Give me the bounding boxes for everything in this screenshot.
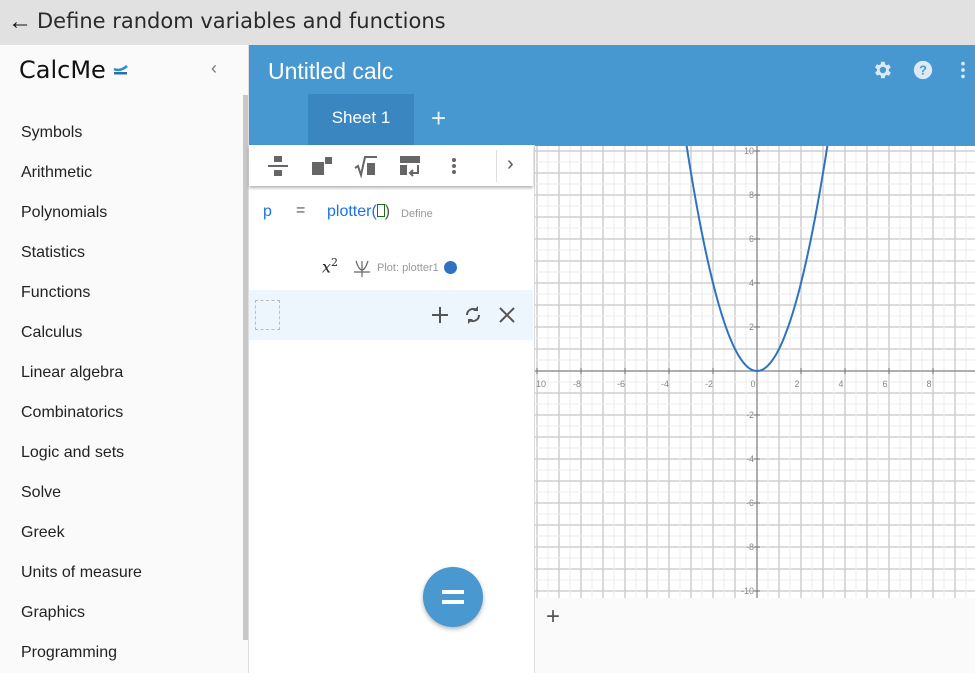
- more-vertical-icon[interactable]: [442, 154, 466, 178]
- more-vertical-icon[interactable]: [952, 59, 974, 81]
- sidebar-item-arithmetic[interactable]: Arithmetic: [21, 164, 92, 182]
- close-paren: ): [384, 203, 391, 220]
- calc-header: Untitled calc ? Sheet 1 +: [249, 45, 975, 145]
- chevron-left-icon[interactable]: ‹: [211, 58, 217, 79]
- y-tick-label: 2: [749, 322, 754, 332]
- y-tick-label: -4: [746, 454, 754, 464]
- tab-sheet-1[interactable]: Sheet 1: [308, 94, 414, 145]
- x-tick-label: 8: [926, 379, 931, 389]
- x-tick-label: -2: [705, 379, 713, 389]
- arrow-left-icon[interactable]: ←: [8, 8, 32, 36]
- editor-panel: › p = plotter() Define x2 Plot: plotter1: [249, 145, 535, 673]
- logo: CalcMe: [19, 56, 106, 84]
- plot-color-dot[interactable]: [444, 261, 457, 274]
- y-tick-label: 4: [749, 278, 754, 288]
- sidebar-item-logic-and-sets[interactable]: Logic and sets: [21, 444, 124, 462]
- superscript-icon[interactable]: [310, 154, 334, 178]
- input-placeholder[interactable]: [255, 300, 280, 330]
- variable-name: p: [263, 203, 272, 220]
- graph-footer: +: [535, 598, 975, 673]
- plot-label[interactable]: Plot: plotter1: [377, 262, 439, 274]
- y-tick-label: 6: [749, 234, 754, 244]
- x-tick-label: 0: [750, 379, 755, 389]
- gear-icon[interactable]: [871, 59, 893, 81]
- sidebar-item-units-of-measure[interactable]: Units of measure: [21, 564, 142, 582]
- sidebar-item-functions[interactable]: Functions: [21, 284, 90, 302]
- sidebar: CalcMe ‹ Symbols Arithmetic Polynomials Sta…: [0, 45, 249, 673]
- sidebar-item-solve[interactable]: Solve: [21, 484, 61, 502]
- result-expression: x2: [322, 256, 339, 277]
- sidebar-item-statistics[interactable]: Statistics: [21, 244, 85, 262]
- y-tick-label: 10: [744, 146, 754, 156]
- evaluate-button[interactable]: [423, 567, 483, 627]
- x-tick-label: 6: [882, 379, 887, 389]
- y-tick-label: 8: [749, 190, 754, 200]
- calc-title[interactable]: Untitled calc: [268, 58, 393, 85]
- sidebar-item-programming[interactable]: Programming: [21, 644, 117, 662]
- add-sheet-button[interactable]: +: [431, 103, 446, 134]
- sidebar-item-calculus[interactable]: Calculus: [21, 324, 82, 342]
- sidebar-item-greek[interactable]: Greek: [21, 524, 65, 542]
- define-hint: Define: [401, 208, 433, 220]
- y-tick-label: -8: [746, 542, 754, 552]
- plus-icon[interactable]: [430, 305, 450, 325]
- graph-area[interactable]: 10 -8 -6 -4 -2 0 2 4 6 8 10 8 6 4 2 -2 -4 -6 -8 -10: [535, 131, 975, 598]
- add-graph-button[interactable]: +: [546, 603, 560, 631]
- fraction-icon[interactable]: [266, 154, 290, 178]
- y-tick-label: -2: [746, 410, 754, 420]
- y-tick-label: -10: [741, 586, 754, 596]
- sidebar-item-combinatorics[interactable]: Combinatorics: [21, 404, 123, 422]
- sidebar-item-polynomials[interactable]: Polynomials: [21, 204, 107, 222]
- sidebar-item-graphics[interactable]: Graphics: [21, 604, 85, 622]
- sidebar-item-symbols[interactable]: Symbols: [21, 124, 82, 142]
- x-tick-label: -4: [661, 379, 669, 389]
- x-tick-label: -8: [573, 379, 581, 389]
- toolbar-divider: [496, 150, 497, 182]
- graph-canvas[interactable]: 10 -8 -6 -4 -2 0 2 4 6 8 10 8 6 4 2 -2 -4 -6 -8 -10: [535, 131, 975, 598]
- equals-icon: [442, 590, 464, 604]
- definition-row[interactable]: p = plotter() Define: [249, 190, 533, 230]
- title-bar: ← Define random variables and functions: [0, 0, 975, 45]
- x-tick-label: 2: [794, 379, 799, 389]
- refresh-icon[interactable]: [463, 305, 483, 325]
- chevron-right-icon[interactable]: ›: [507, 153, 514, 176]
- active-input-row[interactable]: [249, 290, 533, 340]
- help-icon[interactable]: ?: [912, 59, 934, 81]
- svg-text:?: ?: [919, 63, 927, 78]
- x-tick-label: -6: [617, 379, 625, 389]
- logo-mark-icon: [113, 65, 128, 75]
- equals-operator: =: [296, 202, 306, 219]
- x-tick-label: 10: [536, 379, 546, 389]
- sidebar-item-linear-algebra[interactable]: Linear algebra: [21, 364, 123, 382]
- function-name: plotter(: [327, 203, 377, 220]
- square-root-icon[interactable]: [354, 154, 378, 178]
- sidebar-scrollbar[interactable]: [243, 95, 248, 640]
- close-icon[interactable]: [497, 305, 517, 325]
- argument-placeholder[interactable]: [376, 204, 385, 217]
- y-tick-label: -6: [746, 498, 754, 508]
- matrix-icon[interactable]: [398, 154, 422, 178]
- x-tick-label: 4: [838, 379, 843, 389]
- page-title: Define random variables and functions: [37, 9, 446, 33]
- result-row: x2 Plot: plotter1: [249, 245, 533, 285]
- toolbar: ›: [249, 145, 533, 186]
- plot-icon: [354, 260, 370, 277]
